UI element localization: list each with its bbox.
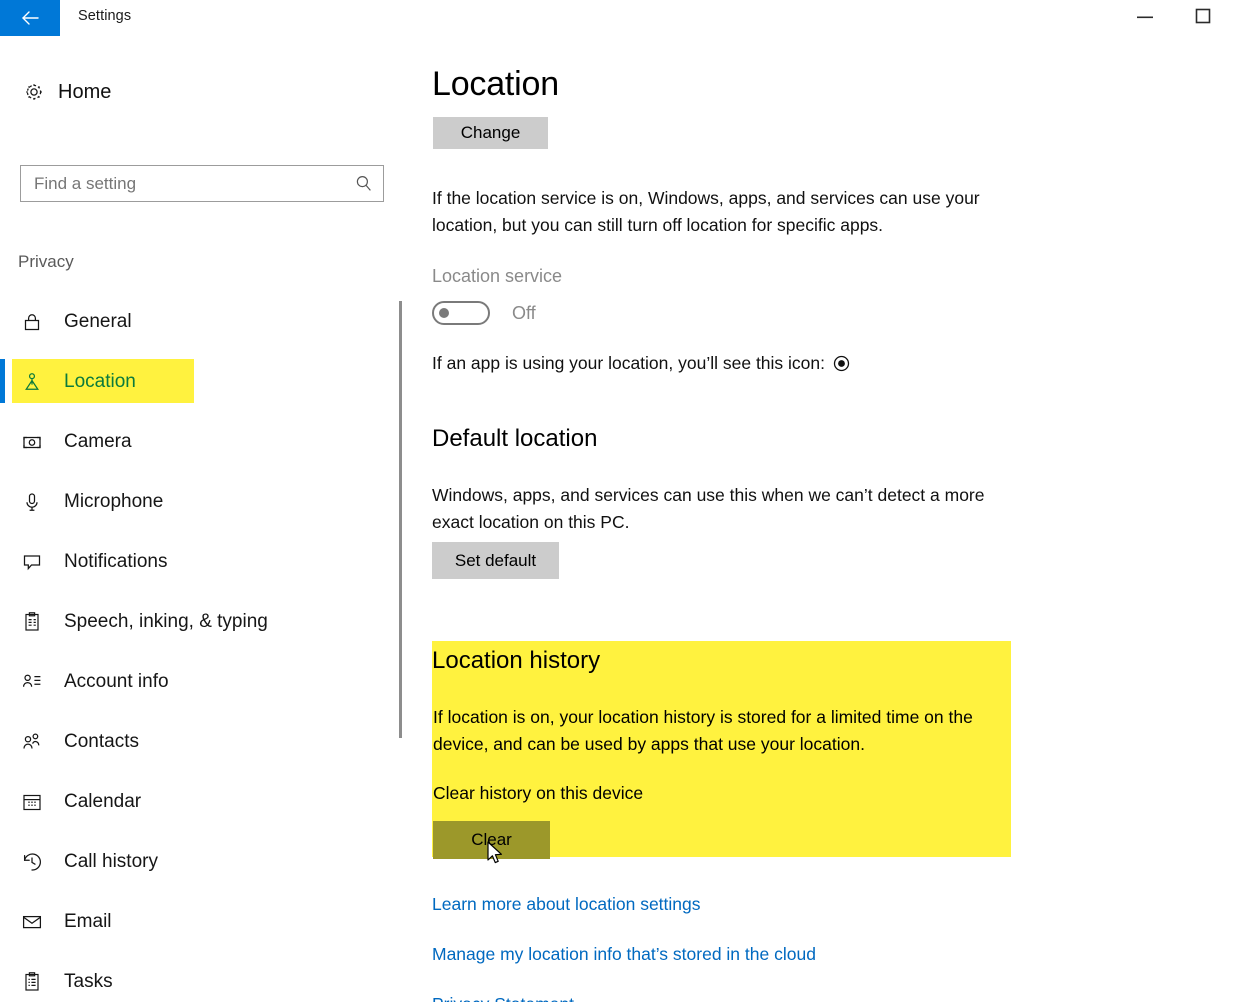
toggle-knob: [439, 308, 449, 318]
sidebar-scrollbar[interactable]: [399, 301, 402, 738]
maximize-button[interactable]: [1180, 0, 1226, 36]
location-history-text: If location is on, your location history…: [433, 707, 973, 754]
location-icon-note-text: If an app is using your location, you’ll…: [432, 353, 825, 373]
settings-window: Settings Home Find a setting Privacy Gen…: [0, 0, 1242, 1002]
clock-history-icon: [12, 851, 52, 873]
sidebar-item-contacts[interactable]: Contacts: [0, 712, 404, 772]
sidebar-item-home[interactable]: Home: [14, 72, 264, 112]
sidebar-item-microphone[interactable]: Microphone: [0, 472, 404, 532]
default-location-heading: Default location: [432, 425, 598, 452]
sidebar-item-call-history[interactable]: Call history: [0, 832, 404, 892]
link-manage-location-info-cloud[interactable]: Manage my location info that’s stored in…: [432, 944, 816, 965]
sidebar-item-calendar[interactable]: Calendar: [0, 772, 404, 832]
clipboard-pen-icon: [12, 611, 52, 633]
envelope-icon: [12, 911, 52, 933]
calendar-icon: [12, 791, 52, 813]
tasks-clipboard-icon: [12, 971, 52, 993]
sidebar-item-location[interactable]: Location: [0, 352, 404, 412]
link-privacy-statement[interactable]: Privacy Statement: [432, 994, 574, 1002]
microphone-icon: [12, 491, 52, 513]
sidebar-item-label: Tasks: [64, 971, 113, 992]
clear-button[interactable]: Clear: [433, 821, 550, 859]
minimize-button[interactable]: [1122, 0, 1168, 36]
selection-indicator: [0, 359, 5, 403]
sidebar-item-email[interactable]: Email: [0, 892, 404, 952]
sidebar-item-account-info[interactable]: Account info: [0, 652, 404, 712]
sidebar-item-label: Microphone: [64, 491, 164, 512]
contacts-icon: [12, 731, 52, 753]
window-title: Settings: [78, 8, 132, 24]
back-button[interactable]: [0, 0, 60, 36]
camera-icon: [12, 431, 52, 453]
sidebar-item-tasks[interactable]: Tasks: [0, 952, 404, 1002]
back-arrow-icon: [18, 6, 42, 30]
maximize-icon: [1193, 6, 1213, 31]
location-service-label: Location service: [432, 266, 563, 286]
speech-bubble-icon: [12, 551, 52, 573]
window-title-bar: Settings: [0, 0, 1242, 36]
location-pin-icon: [12, 371, 52, 393]
sidebar-item-label: Account info: [64, 671, 169, 692]
clear-history-note: Clear history on this device: [433, 783, 644, 803]
sidebar-item-label: Email: [64, 911, 112, 932]
sidebar-item-general[interactable]: General: [0, 292, 404, 352]
gear-icon: [14, 80, 54, 104]
home-label: Home: [58, 80, 112, 103]
change-button[interactable]: Change: [433, 117, 548, 149]
account-info-icon: [12, 671, 52, 693]
location-intro-text: If the location service is on, Windows, …: [432, 188, 980, 235]
location-active-icon: [833, 355, 850, 372]
lock-icon: [12, 311, 52, 333]
set-default-button[interactable]: Set default: [432, 542, 559, 579]
sidebar-item-label: Calendar: [64, 791, 142, 812]
toggle-state-label: Off: [512, 302, 536, 323]
sidebar-item-label: Contacts: [64, 731, 139, 752]
location-icon-note: If an app is using your location, you’ll…: [432, 353, 850, 374]
location-history-heading: Location history: [432, 647, 601, 674]
minimize-icon: [1134, 9, 1156, 27]
sidebar-item-speech-inking-typing[interactable]: Speech, inking, & typing: [0, 592, 404, 652]
sidebar-nav-list: General Location Camera Microphone Notif…: [0, 292, 404, 1002]
sidebar-item-label: Camera: [64, 431, 132, 452]
search-input[interactable]: [21, 173, 345, 194]
search-box[interactable]: [20, 165, 384, 202]
link-learn-more-location-settings[interactable]: Learn more about location settings: [432, 894, 701, 915]
main-content: Location Change If the location service …: [405, 36, 1242, 1002]
sidebar: Home Privacy General: [0, 36, 404, 1002]
sidebar-item-notifications[interactable]: Notifications: [0, 532, 404, 592]
default-location-text: Windows, apps, and services can use this…: [432, 485, 985, 532]
sidebar-category-label: Privacy: [18, 252, 74, 271]
sidebar-item-label: Location: [64, 371, 136, 392]
sidebar-item-label: Call history: [64, 851, 158, 872]
sidebar-item-label: Notifications: [64, 551, 168, 572]
sidebar-item-label: General: [64, 311, 132, 332]
location-service-toggle-row: Off: [432, 301, 536, 325]
sidebar-item-label: Speech, inking, & typing: [64, 611, 268, 632]
location-service-toggle[interactable]: [432, 301, 490, 325]
page-title: Location: [432, 65, 559, 103]
sidebar-item-camera[interactable]: Camera: [0, 412, 404, 472]
search-icon[interactable]: [345, 174, 383, 194]
location-history-section: Location history If location is on, your…: [432, 641, 1011, 864]
